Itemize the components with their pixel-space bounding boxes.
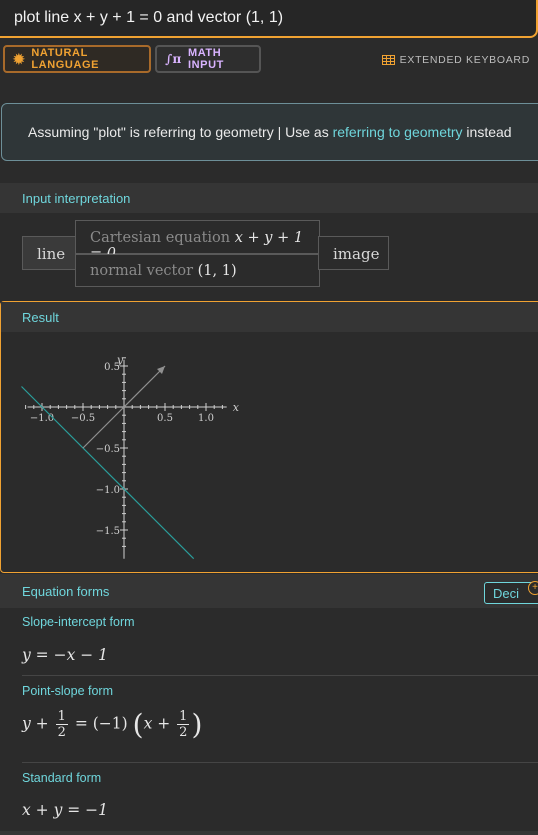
assumption-prefix: Assuming "plot" is referring to geometry…: [28, 124, 333, 140]
result-header: Result: [1, 302, 538, 332]
input-interpretation-header: Input interpretation: [0, 183, 538, 213]
x-axis-label: x: [233, 401, 240, 414]
x-tick-label: −0.5: [71, 413, 95, 424]
equation-cell: Cartesian equation x + y + 1 = 0: [75, 220, 320, 262]
point-slope-mid: = (−1): [74, 714, 128, 733]
equation-label: Cartesian equation: [90, 230, 231, 246]
normal-vector-value: (1, 1): [197, 263, 237, 279]
normal-vector-cell: normal vector (1, 1): [75, 254, 320, 287]
line-cell: line: [22, 236, 76, 270]
expand-icon[interactable]: +: [528, 581, 538, 595]
natural-language-label: NATURAL LANGUAGE: [31, 47, 100, 71]
extended-keyboard-button[interactable]: EXTENDED KEYBOARD: [381, 54, 530, 66]
divider: [22, 675, 538, 676]
point-slope-inner: x +: [143, 714, 171, 733]
normal-vector: [123, 365, 166, 408]
assumption-suffix: instead: [462, 124, 512, 140]
result-title: Result: [22, 310, 59, 325]
equation-forms-header: Equation forms: [0, 574, 538, 608]
input-interpretation-title: Input interpretation: [22, 191, 131, 206]
bottom-bar: [0, 831, 538, 835]
assumption-banner: Assuming "plot" is referring to geometry…: [1, 103, 538, 161]
query-input[interactable]: plot line x + y + 1 = 0 and vector (1, 1…: [0, 0, 538, 38]
math-input-button[interactable]: ∫π MATH INPUT: [155, 45, 261, 73]
fraction: 12: [55, 709, 68, 740]
point-slope-label: Point-slope form: [22, 684, 114, 698]
y-tick-label: −1.0: [96, 485, 120, 496]
integral-icon: ∫π: [165, 52, 182, 66]
keyboard-icon: [381, 55, 395, 65]
image-label: image: [333, 245, 380, 263]
image-cell: image: [318, 236, 389, 270]
point-slope-equation: y + 12 = (−1) (x + 1 2): [22, 708, 203, 741]
math-input-label: MATH INPUT: [187, 47, 224, 71]
fraction: 12: [177, 709, 190, 740]
line-label: line: [37, 245, 66, 263]
assumption-link[interactable]: referring to geometry: [333, 124, 463, 140]
divider: [22, 762, 538, 763]
natural-language-button[interactable]: ✹ NATURAL LANGUAGE: [3, 45, 151, 73]
normal-vector-label: normal vector: [90, 263, 194, 279]
slope-intercept-label: Slope-intercept form: [22, 615, 135, 629]
equation-forms-title: Equation forms: [22, 584, 110, 599]
x-tick-label: −1.0: [30, 413, 54, 424]
sun-icon: ✹: [13, 50, 26, 67]
extended-keyboard-label: EXTENDED KEYBOARD: [399, 54, 530, 66]
result-plot: −1.0 −0.5 0.5 1.00.5−0.5−1.0−1.5xy: [21, 354, 240, 560]
standard-form-label: Standard form: [22, 771, 102, 785]
y-tick-label: −1.5: [96, 526, 120, 537]
point-slope-lhs: y +: [22, 714, 49, 733]
x-tick-label: 0.5: [157, 413, 173, 424]
y-axis-label: y: [116, 354, 124, 367]
standard-form-equation: x + y = −1: [22, 801, 109, 819]
x-tick-label: 1.0: [198, 413, 214, 424]
slope-intercept-equation: y = −x − 1: [22, 646, 109, 664]
y-tick-label: −0.5: [96, 444, 120, 455]
query-text[interactable]: plot line x + y + 1 = 0 and vector (1, 1…: [14, 9, 283, 27]
